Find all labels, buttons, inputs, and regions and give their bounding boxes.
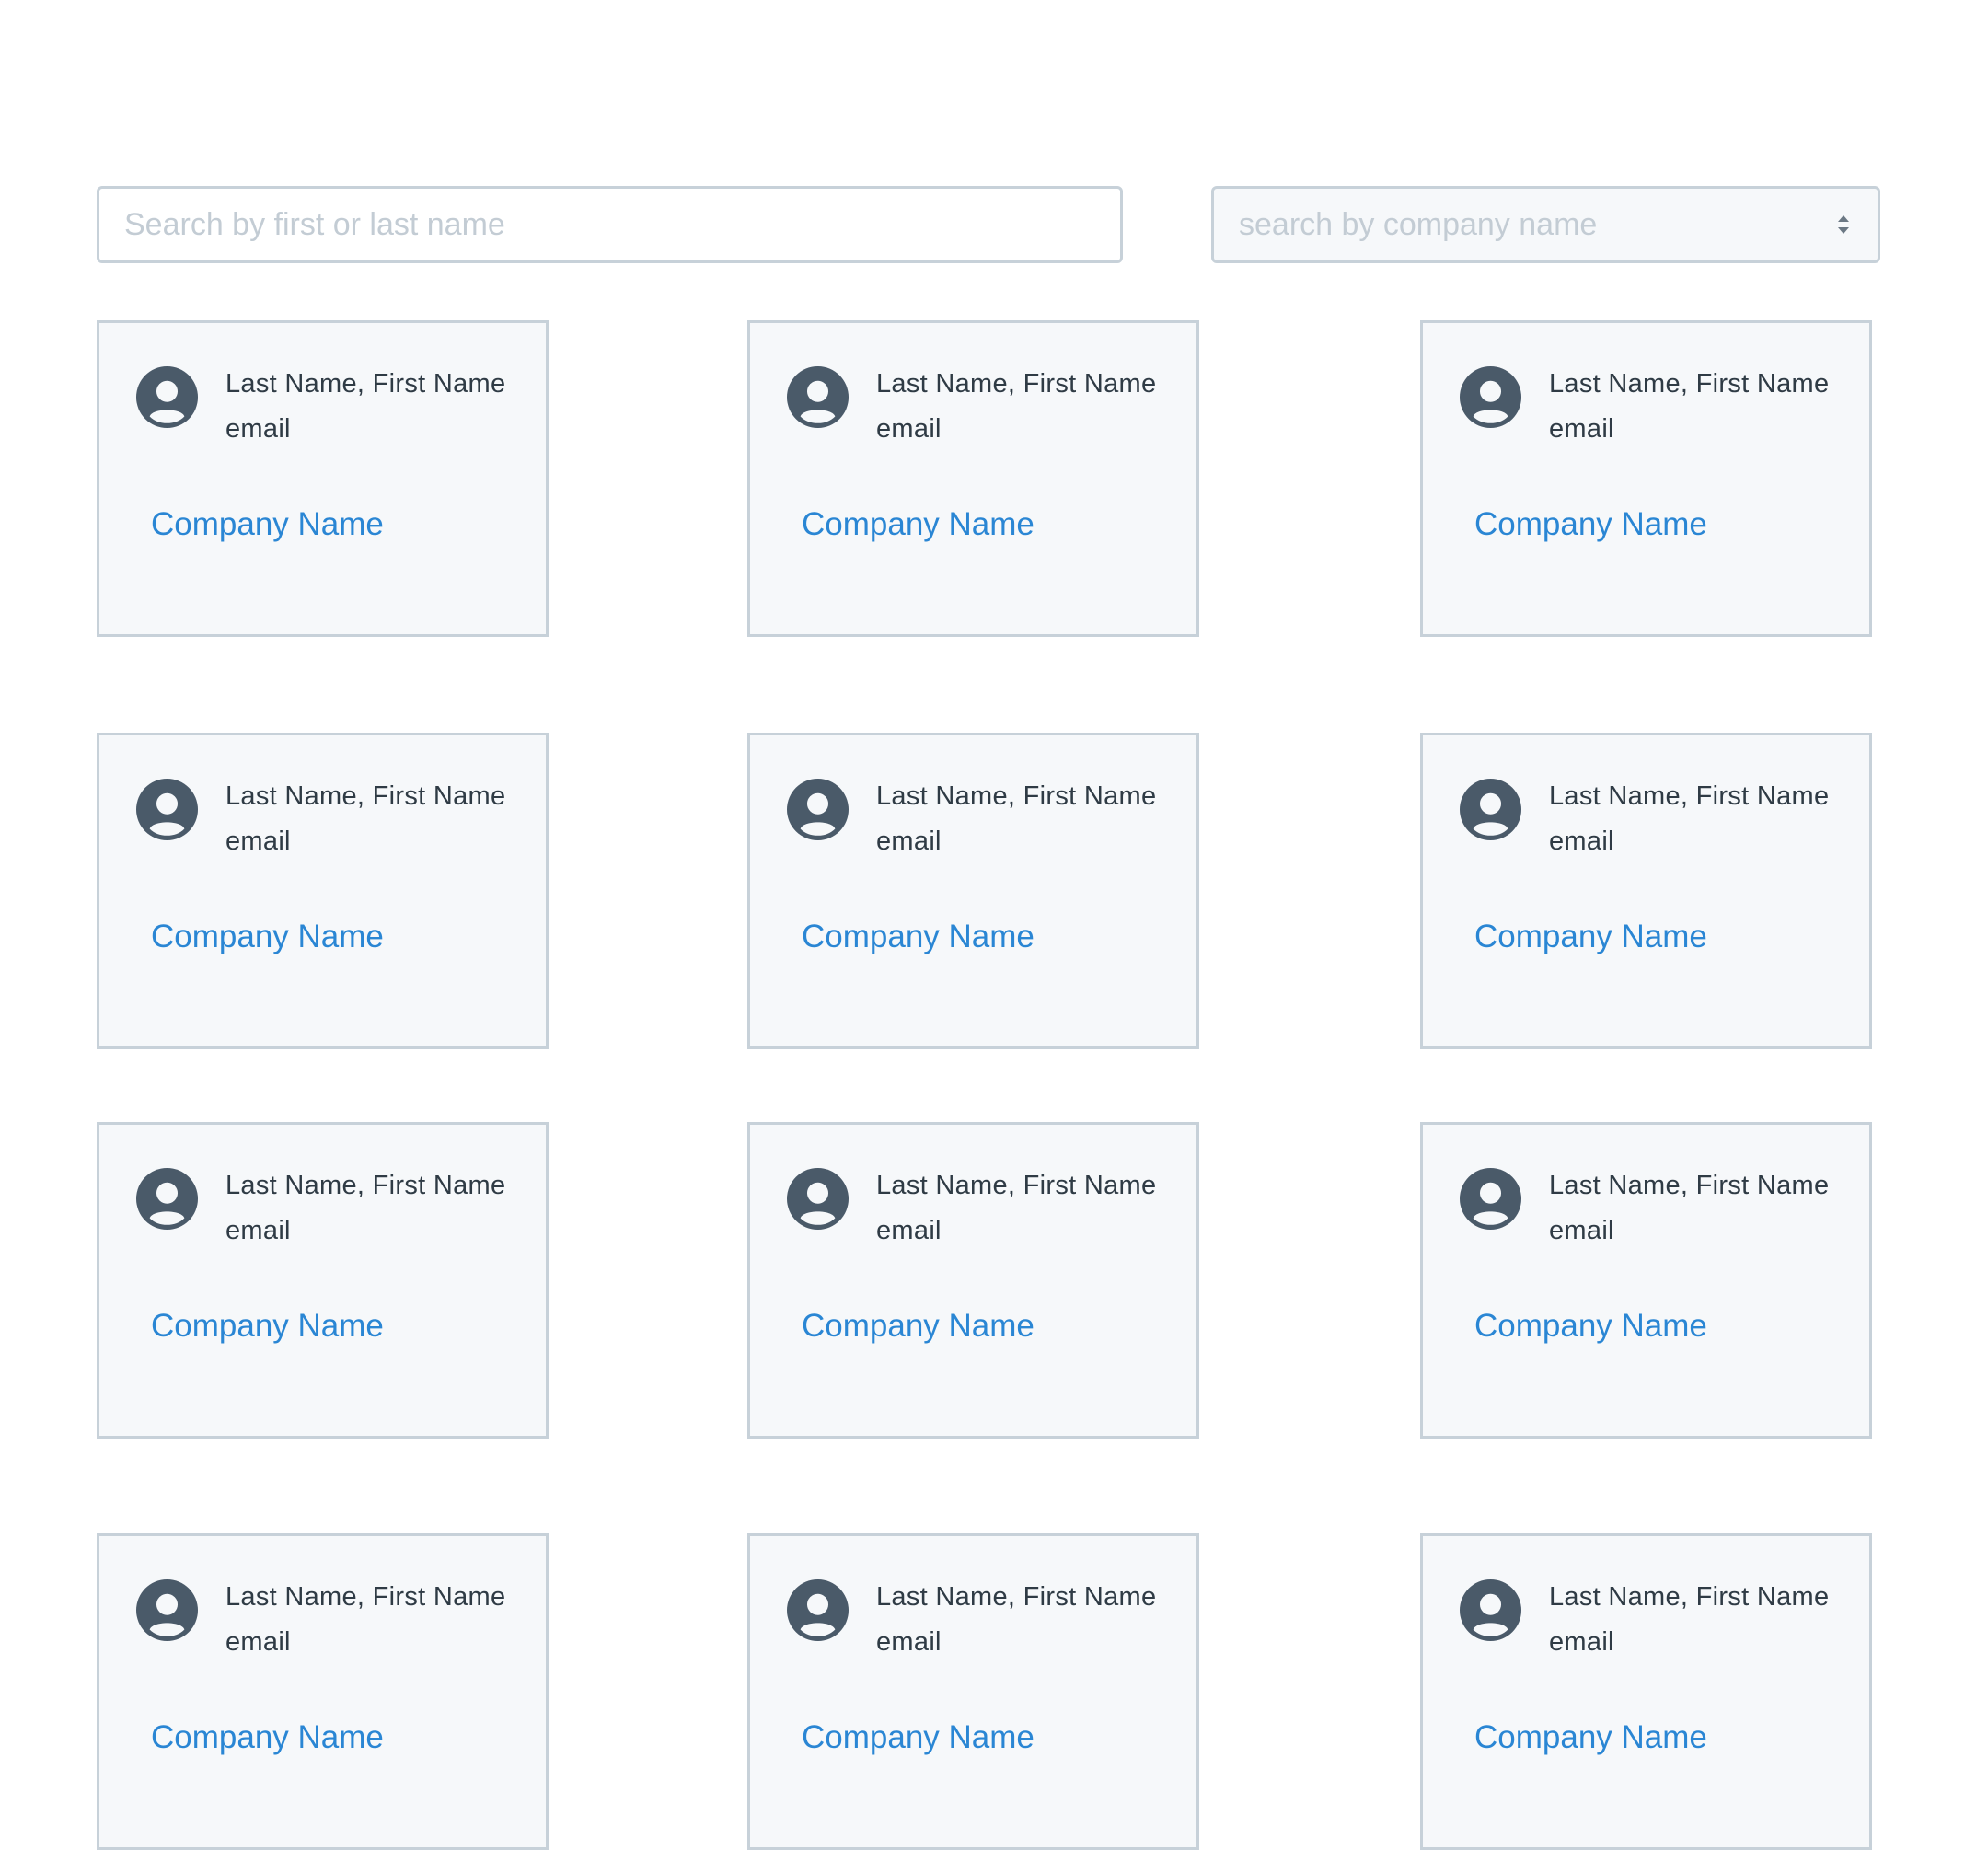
contact-card: Last Name, First Name email Company Name — [97, 733, 549, 1049]
contact-name: Last Name, First Name — [1549, 1171, 1830, 1200]
contact-email: email — [1549, 414, 1614, 444]
contact-card: Last Name, First Name email Company Name — [1420, 733, 1872, 1049]
company-link[interactable]: Company Name — [1474, 1308, 1707, 1345]
user-avatar-icon — [136, 1579, 198, 1641]
company-link[interactable]: Company Name — [802, 919, 1034, 955]
contact-card: Last Name, First Name email Company Name — [97, 320, 549, 637]
user-avatar-icon — [787, 1579, 849, 1641]
user-avatar-icon — [1460, 366, 1521, 428]
contact-email: email — [225, 1216, 291, 1245]
company-link[interactable]: Company Name — [151, 506, 384, 543]
contact-card: Last Name, First Name email Company Name — [747, 733, 1199, 1049]
company-link[interactable]: Company Name — [151, 1719, 384, 1756]
contact-email: email — [876, 1216, 942, 1245]
contact-card: Last Name, First Name email Company Name — [1420, 320, 1872, 637]
contact-name: Last Name, First Name — [1549, 369, 1830, 399]
user-avatar-icon — [1460, 779, 1521, 840]
contact-email: email — [1549, 827, 1614, 856]
contact-name: Last Name, First Name — [225, 369, 506, 399]
contact-email: email — [876, 414, 942, 444]
contact-card: Last Name, First Name email Company Name — [747, 1533, 1199, 1850]
contact-card: Last Name, First Name email Company Name — [97, 1122, 549, 1439]
company-link[interactable]: Company Name — [1474, 919, 1707, 955]
contact-email: email — [1549, 1627, 1614, 1657]
contact-name: Last Name, First Name — [876, 369, 1157, 399]
contact-email: email — [225, 414, 291, 444]
contact-name: Last Name, First Name — [1549, 1582, 1830, 1612]
contact-email: email — [225, 1627, 291, 1657]
contact-card: Last Name, First Name email Company Name — [97, 1533, 549, 1850]
company-link[interactable]: Company Name — [1474, 1719, 1707, 1756]
company-link[interactable]: Company Name — [1474, 506, 1707, 543]
user-avatar-icon — [136, 1168, 198, 1230]
company-link[interactable]: Company Name — [802, 1308, 1034, 1345]
company-link[interactable]: Company Name — [802, 1719, 1034, 1756]
user-avatar-icon — [787, 366, 849, 428]
contact-card: Last Name, First Name email Company Name — [747, 1122, 1199, 1439]
user-avatar-icon — [1460, 1168, 1521, 1230]
contact-name: Last Name, First Name — [1549, 781, 1830, 811]
contact-email: email — [876, 827, 942, 856]
name-search-input[interactable] — [97, 186, 1123, 263]
company-link[interactable]: Company Name — [151, 919, 384, 955]
contact-name: Last Name, First Name — [876, 781, 1157, 811]
contact-name: Last Name, First Name — [876, 1171, 1157, 1200]
company-search-select[interactable]: search by company name — [1211, 186, 1880, 263]
company-select-value: search by company name — [1239, 206, 1598, 242]
contact-name: Last Name, First Name — [225, 1171, 506, 1200]
contact-name: Last Name, First Name — [225, 1582, 506, 1612]
user-avatar-icon — [1460, 1579, 1521, 1641]
user-avatar-icon — [787, 1168, 849, 1230]
sort-arrows-icon — [1838, 215, 1849, 234]
contact-name: Last Name, First Name — [225, 781, 506, 811]
contact-email: email — [876, 1627, 942, 1657]
user-avatar-icon — [136, 779, 198, 840]
contact-name: Last Name, First Name — [876, 1582, 1157, 1612]
company-link[interactable]: Company Name — [802, 506, 1034, 543]
contact-card: Last Name, First Name email Company Name — [747, 320, 1199, 637]
contact-card: Last Name, First Name email Company Name — [1420, 1122, 1872, 1439]
company-link[interactable]: Company Name — [151, 1308, 384, 1345]
user-avatar-icon — [787, 779, 849, 840]
contact-email: email — [1549, 1216, 1614, 1245]
contact-email: email — [225, 827, 291, 856]
user-avatar-icon — [136, 366, 198, 428]
contact-card: Last Name, First Name email Company Name — [1420, 1533, 1872, 1850]
